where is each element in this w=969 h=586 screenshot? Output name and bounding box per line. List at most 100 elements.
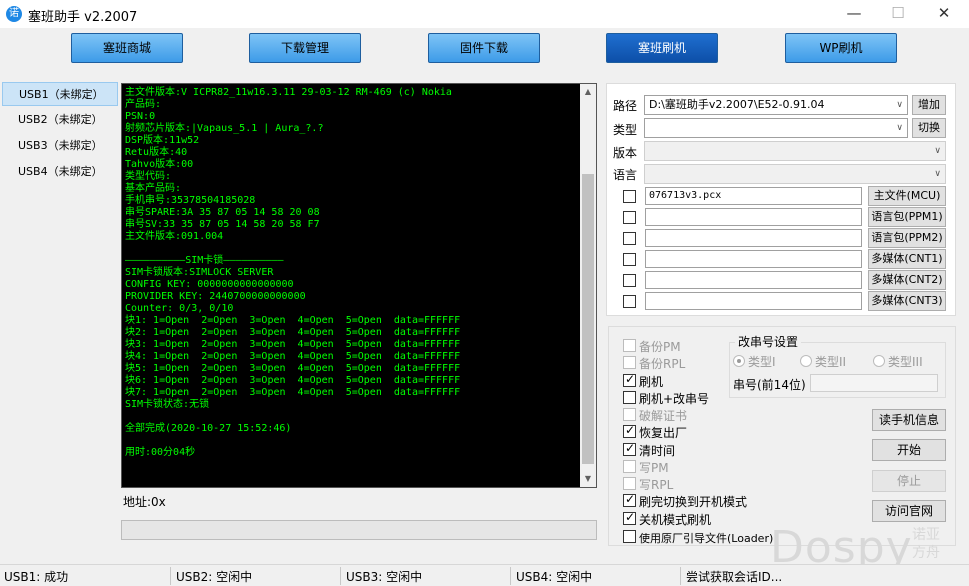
poweroff-flash-label: 关机模式刷机	[639, 513, 712, 527]
start-button[interactable]: 开始	[872, 439, 946, 461]
factory-loader-label: 使用原厂引导文件(Loader)	[639, 532, 774, 545]
status-divider	[510, 567, 511, 585]
status-bar: USB1: 成功 USB2: 空闲中 USB3: 空闲中 USB4: 空闲中 尝…	[0, 564, 969, 586]
write-rpl-checkbox[interactable]	[623, 477, 636, 490]
status-divider	[170, 567, 171, 585]
stop-button[interactable]: 停止	[872, 470, 946, 492]
imei-label: 串号(前14位)	[733, 378, 806, 392]
flash-checkbox[interactable]	[623, 372, 636, 387]
scroll-thumb[interactable]	[582, 174, 594, 464]
cnt2-file-field[interactable]	[645, 271, 862, 289]
ppm1-file-button[interactable]: 语言包(PPM1)	[868, 207, 946, 227]
version-select[interactable]: ∨	[644, 141, 946, 161]
status-usb1: USB1: 成功	[4, 570, 69, 584]
flash-change-imei-checkbox[interactable]	[623, 391, 636, 404]
usb-port-item[interactable]: USB1（未绑定）	[2, 82, 118, 106]
imei-type2-radio[interactable]	[800, 355, 812, 367]
factory-loader-checkbox[interactable]	[623, 530, 636, 543]
imei-type1-radio[interactable]	[733, 355, 745, 367]
app-logo-icon: 诺	[6, 6, 22, 22]
switch-type-button[interactable]: 切换	[912, 118, 946, 138]
status-usb2: USB2: 空闲中	[176, 570, 253, 584]
cnt1-file-checkbox[interactable]	[623, 253, 636, 266]
mcu-file-button[interactable]: 主文件(MCU)	[868, 186, 946, 206]
crack-cert-label: 破解证书	[639, 409, 688, 423]
backup-rpl-label: 备份RPL	[639, 357, 686, 371]
imei-type3-radio[interactable]	[873, 355, 885, 367]
write-pm-label: 写PM	[639, 461, 669, 475]
status-usb3: USB3: 空闲中	[346, 570, 423, 584]
cnt2-file-button[interactable]: 多媒体(CNT2)	[868, 270, 946, 290]
imei-type2-label: 类型II	[815, 355, 847, 369]
close-button[interactable]: ✕	[921, 0, 967, 28]
nav-download-manager-button[interactable]: 下载管理	[249, 33, 361, 63]
path-label: 路径	[613, 99, 638, 113]
switch-to-boot-mode-checkbox[interactable]	[623, 492, 636, 507]
usb-port-item[interactable]: USB2（未绑定）	[2, 108, 118, 132]
log-scrollbar[interactable]: ▲ ▼	[580, 84, 596, 487]
maximize-button[interactable]: ☐	[875, 0, 921, 28]
visit-website-button[interactable]: 访问官网	[872, 500, 946, 522]
ppm2-file-field[interactable]	[645, 229, 862, 247]
language-label: 语言	[613, 168, 638, 182]
nav-symbian-store-button[interactable]: 塞班商城	[71, 33, 183, 63]
cnt3-file-field[interactable]	[645, 292, 862, 310]
status-usb4: USB4: 空闲中	[516, 570, 593, 584]
factory-reset-checkbox[interactable]	[623, 423, 636, 438]
window-title: 塞班助手 v2.2007	[28, 10, 138, 25]
progress-bar	[121, 520, 597, 540]
type-select[interactable]: ∨	[644, 118, 908, 138]
imei-type3-label: 类型III	[888, 355, 923, 369]
cnt1-file-field[interactable]	[645, 250, 862, 268]
imei-type1-label: 类型I	[748, 355, 776, 369]
language-select[interactable]: ∨	[644, 164, 946, 184]
nav-firmware-download-button[interactable]: 固件下载	[428, 33, 540, 63]
ppm1-file-checkbox[interactable]	[623, 211, 636, 224]
log-console: 主文件版本:V ICPR82_11w16.3.11 29-03-12 RM-46…	[121, 83, 597, 488]
ppm2-file-button[interactable]: 语言包(PPM2)	[868, 228, 946, 248]
cnt3-file-button[interactable]: 多媒体(CNT3)	[868, 291, 946, 311]
chevron-down-icon: ∨	[934, 169, 941, 179]
type-label: 类型	[613, 123, 638, 137]
backup-rpl-checkbox[interactable]	[623, 356, 636, 369]
write-pm-checkbox[interactable]	[623, 460, 636, 473]
path-select[interactable]: D:\塞班助手v2.2007\E52-0.91.04 ∨	[644, 95, 908, 115]
cnt2-file-checkbox[interactable]	[623, 274, 636, 287]
chevron-down-icon: ∨	[934, 146, 941, 156]
usb-port-item[interactable]: USB4（未绑定）	[2, 160, 118, 184]
backup-pm-label: 备份PM	[639, 340, 681, 354]
read-phone-info-button[interactable]: 读手机信息	[872, 409, 946, 431]
ppm1-file-field[interactable]	[645, 208, 862, 226]
backup-pm-checkbox[interactable]	[623, 339, 636, 352]
nav-symbian-flash-button[interactable]: 塞班刷机	[606, 33, 718, 63]
path-value: D:\塞班助手v2.2007\E52-0.91.04	[649, 98, 825, 111]
imei-input[interactable]	[810, 374, 938, 392]
watermark-logo-text: 诺亚 方舟	[912, 527, 940, 561]
clear-time-checkbox[interactable]	[623, 441, 636, 456]
status-divider	[680, 567, 681, 585]
mcu-file-checkbox[interactable]	[623, 190, 636, 203]
ppm2-file-checkbox[interactable]	[623, 232, 636, 245]
mcu-file-field[interactable]: 076713v3.pcx	[645, 187, 862, 205]
add-path-button[interactable]: 增加	[912, 95, 946, 115]
crack-cert-checkbox[interactable]	[623, 408, 636, 421]
poweroff-flash-checkbox[interactable]	[623, 510, 636, 525]
scroll-down-icon[interactable]: ▼	[580, 471, 596, 487]
address-label: 地址:0x	[123, 495, 166, 509]
chevron-down-icon: ∨	[896, 123, 903, 133]
imei-settings-title: 改串号设置	[735, 333, 802, 350]
nav-wp-flash-button[interactable]: WP刷机	[785, 33, 897, 63]
cnt3-file-checkbox[interactable]	[623, 295, 636, 308]
usb-port-item[interactable]: USB3（未绑定）	[2, 134, 118, 158]
scroll-up-icon[interactable]: ▲	[580, 84, 596, 100]
status-session: 尝试获取会话ID...	[686, 570, 783, 584]
switch-to-boot-mode-label: 刷完切换到开机模式	[639, 495, 748, 509]
usb-port-list: USB1（未绑定） USB2（未绑定） USB3（未绑定） USB4（未绑定）	[2, 80, 118, 190]
chevron-down-icon: ∨	[896, 100, 903, 110]
write-rpl-label: 写RPL	[639, 478, 674, 492]
minimize-button[interactable]: —	[831, 0, 877, 28]
log-text: 主文件版本:V ICPR82_11w16.3.11 29-03-12 RM-46…	[125, 87, 461, 458]
version-label: 版本	[613, 146, 638, 160]
cnt1-file-button[interactable]: 多媒体(CNT1)	[868, 249, 946, 269]
clear-time-label: 清时间	[639, 444, 676, 458]
